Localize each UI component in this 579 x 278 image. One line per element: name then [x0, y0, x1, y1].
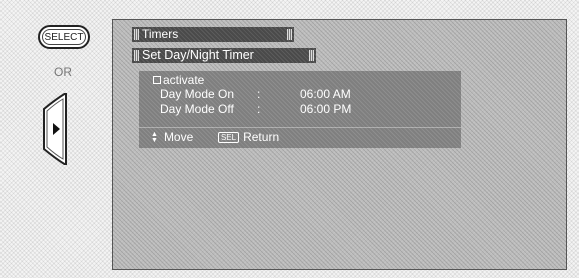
sel-badge-icon: SEL	[217, 132, 240, 143]
bar-cap-right	[309, 50, 314, 61]
day-mode-off-value[interactable]: 06:00 PM	[300, 102, 351, 116]
tv-screen: Timers Set Day/Night Timer activate Day …	[112, 19, 567, 270]
select-button[interactable]: SELECT	[38, 25, 90, 49]
select-button-label: SELECT	[44, 31, 84, 43]
day-mode-on-row[interactable]: Day Mode On : 06:00 AM	[160, 87, 351, 101]
move-label: Move	[163, 130, 194, 144]
bar-cap-left	[134, 29, 139, 40]
day-mode-on-value[interactable]: 06:00 AM	[300, 87, 351, 101]
timer-settings-panel: activate Day Mode On : 06:00 AM Day Mode…	[139, 71, 461, 148]
panel-divider	[139, 127, 461, 128]
submenu-title: Set Day/Night Timer	[142, 48, 254, 62]
submenu-title-bar[interactable]: Set Day/Night Timer	[132, 48, 316, 63]
activate-checkbox[interactable]	[153, 76, 161, 84]
day-mode-off-label: Day Mode Off	[160, 102, 234, 116]
menu-title: Timers	[142, 27, 179, 41]
bar-cap-left	[134, 50, 139, 61]
day-mode-on-colon: :	[257, 87, 261, 101]
activate-label: activate	[163, 73, 205, 87]
day-mode-off-row[interactable]: Day Mode Off : 06:00 PM	[160, 102, 351, 116]
bar-cap-right	[287, 29, 292, 40]
return-label: Return	[243, 130, 280, 144]
day-mode-on-label: Day Mode On	[160, 87, 235, 101]
rocker-outline-icon	[43, 91, 67, 167]
panel-footer: ▲ ▼ Move SEL Return	[151, 130, 279, 144]
or-label: OR	[54, 65, 72, 79]
day-mode-off-colon: :	[257, 102, 261, 116]
activate-row[interactable]: activate	[153, 73, 204, 87]
up-down-arrows-icon: ▲ ▼	[151, 131, 158, 144]
rocker-button[interactable]	[40, 91, 70, 167]
menu-title-bar: Timers	[132, 27, 294, 42]
